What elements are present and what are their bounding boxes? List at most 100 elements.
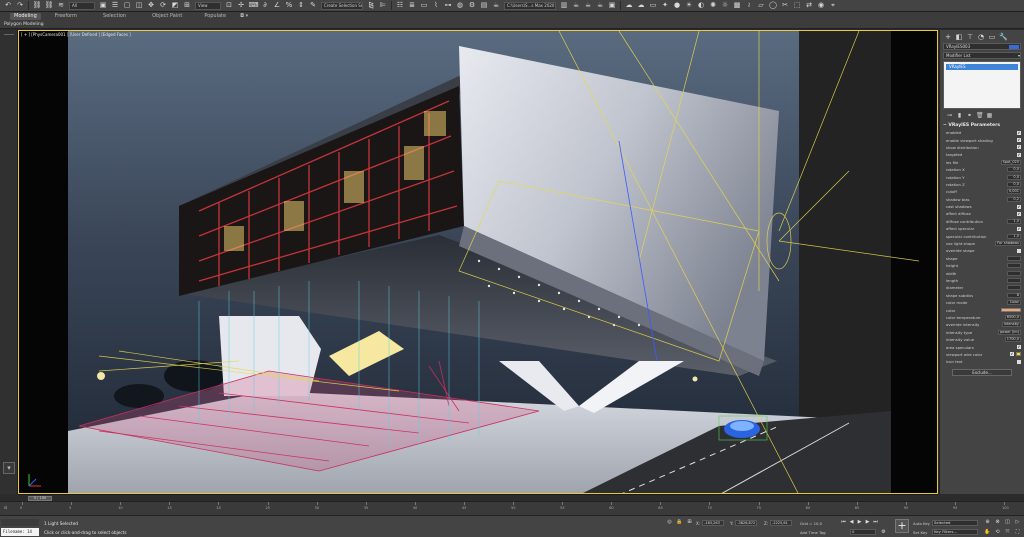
mirror-icon[interactable]: ⧎ [367,1,376,10]
pan-view-icon[interactable]: ✋ [984,529,991,535]
param-field[interactable]: Intensity [1001,322,1021,328]
vray-material-icon[interactable]: ◉ [817,1,826,10]
rollout-title[interactable]: − VRayIES Parameters [943,123,1021,128]
zoom-icon[interactable]: ⊕ [984,519,991,525]
rectangle-selection-icon[interactable]: ▢ [123,1,132,10]
keyboard-shortcut-override-icon[interactable]: ⌨ [249,1,259,10]
cloud-icon[interactable]: ☁ [625,1,634,10]
param-checkbox[interactable]: ✔ [1017,138,1021,143]
motion-tab-icon[interactable]: ◔ [977,33,985,41]
schematic-view-icon[interactable]: ⊶ [444,1,453,10]
param-checkbox[interactable]: ✔ [1010,352,1014,357]
param-checkbox[interactable]: ✔ [1017,211,1021,216]
spinner-snap-icon[interactable]: ⇕ [297,1,306,10]
layout-tab-icon[interactable]: ▾ [3,462,15,474]
vray-sphere-light-icon[interactable]: ● [673,1,682,10]
ribbon-panel-label[interactable]: Polygon Modeling [4,22,44,27]
param-field[interactable]: Color [1007,300,1021,306]
vray-scene-converter-icon[interactable]: ⇄ [805,1,814,10]
modify-tab-icon[interactable]: ◧ [955,33,963,41]
param-field[interactable]: 6500,0 [1004,314,1021,320]
param-field[interactable]: power (lm) [997,329,1021,335]
pin-stack-icon[interactable]: ⊸ [946,112,953,119]
walk-through-icon[interactable]: ⤧ [1004,529,1011,535]
param-field[interactable] [1007,263,1021,269]
set-key-plus-icon[interactable]: + [895,519,909,533]
param-checkbox[interactable] [1017,359,1021,364]
current-frame-field[interactable]: 0 [850,529,876,535]
ribbon-options-icon[interactable]: ◘ ▾ [240,13,248,20]
tab-object-paint[interactable]: Object Paint [152,13,182,20]
vray-ambient-light-icon[interactable]: ☼ [721,1,730,10]
vray-plane-icon[interactable]: ▱ [757,1,766,10]
previous-frame-icon[interactable]: ◀ [848,519,855,525]
tab-selection[interactable]: Selection [103,13,126,20]
object-name-field[interactable]: VRayIES003 [943,43,1021,50]
scale-icon[interactable]: ◩ [171,1,180,10]
material-editor-icon[interactable]: ◍ [456,1,465,10]
param-field[interactable] [1007,285,1021,291]
undo-icon[interactable]: ↶ [4,1,13,10]
field-of-view-icon[interactable]: ▷ [1014,519,1021,525]
go-to-end-icon[interactable]: ⏭ [872,519,879,525]
select-by-name-icon[interactable]: ☰ [111,1,120,10]
tab-populate[interactable]: Populate [204,13,226,20]
param-field[interactable]: 0,2 [1007,196,1021,202]
rendered-frame-window-icon[interactable]: ▤ [480,1,489,10]
param-field[interactable]: For shadows [995,241,1021,247]
param-field[interactable]: 8 [1007,292,1021,298]
vray-physical-camera-icon[interactable]: ⌖ [829,1,838,10]
vray-light-icon[interactable]: ✦ [661,1,670,10]
project-folder-icon[interactable]: ▥ [560,1,569,10]
vray-fur-icon[interactable]: ≀ [745,1,754,10]
rotate-icon[interactable]: ⟳ [159,1,168,10]
curve-editor-icon[interactable]: ⌇ [432,1,441,10]
param-field[interactable]: 0,0 [1007,174,1021,180]
teapot-render-icon-2[interactable]: ☕ [584,1,593,10]
add-time-tag[interactable]: Add Time Tag [800,530,825,535]
param-checkbox[interactable]: ✔ [1017,130,1021,135]
param-field[interactable]: 0,0 [1007,167,1021,173]
vray-frame-buffer-icon[interactable]: ▣ [608,1,617,10]
param-field[interactable]: 0,0 [1007,181,1021,187]
viewport-label[interactable]: [ + ] [PhysCamera001 ] [User Defined ] [… [21,32,131,37]
vray-proxy-icon[interactable]: ▩ [733,1,742,10]
x-value[interactable]: -163,263 [702,520,725,526]
teapot-render-icon-3[interactable]: ☕ [596,1,605,10]
link-icon[interactable]: ⛓ [33,1,42,10]
param-checkbox[interactable]: ✔ [1017,345,1021,350]
param-checkbox[interactable]: ✔ [1017,152,1021,157]
configure-modifier-sets-icon[interactable]: ▦ [986,112,993,119]
make-unique-icon[interactable]: ⚭ [966,112,973,119]
param-field[interactable]: 1700,0 [1004,337,1021,343]
utilities-tab-icon[interactable]: 🔧 [999,33,1008,41]
project-folder-dropdown[interactable]: C:\Users\S...s Max 2020 [504,1,556,10]
modifier-list-dropdown[interactable]: Modifier List ▾ [943,52,1021,59]
create-tab-icon[interactable]: + [944,33,952,41]
vray-ies-light-icon[interactable]: ✺ [709,1,718,10]
exclude-button[interactable]: Exclude... [952,368,1012,376]
cloud-outline-icon[interactable]: ☁ [637,1,646,10]
render-production-icon[interactable]: ☕ [492,1,501,10]
teapot-render-icon[interactable]: ☕ [572,1,581,10]
reference-coordinate-dropdown[interactable]: View [195,1,221,10]
perspective-viewport[interactable]: [ + ] [PhysCamera001 ] [User Defined ] [… [18,30,938,494]
isolate-selection-icon[interactable]: ◎ [666,519,673,525]
toggle-ribbon-icon[interactable]: ▭ [420,1,429,10]
key-filters-button[interactable]: Key Filters... [932,529,978,535]
angle-snap-icon[interactable]: ∠ [273,1,282,10]
track-bar-menu-icon[interactable]: ⊟ [4,505,14,512]
time-configuration-icon[interactable]: ⚙ [880,529,887,535]
tab-modeling[interactable]: Modeling [10,13,41,20]
go-to-start-icon[interactable]: ⏮ [840,519,847,525]
named-selection-set-dropdown[interactable]: Create Selection Se [321,1,363,10]
play-icon[interactable]: ▶ [856,519,863,525]
next-frame-icon[interactable]: ▶ [864,519,871,525]
set-key-button[interactable]: Set Key [913,530,927,535]
hierarchy-tab-icon[interactable]: ⊤ [966,33,974,41]
snaps-toggle-icon[interactable]: ∂ [261,1,270,10]
z-value[interactable]: -2225,61 [770,520,793,526]
param-field[interactable]: 1,0 [1007,218,1021,224]
placement-icon[interactable]: ⊞ [183,1,192,10]
align-icon[interactable]: ⊫ [379,1,388,10]
